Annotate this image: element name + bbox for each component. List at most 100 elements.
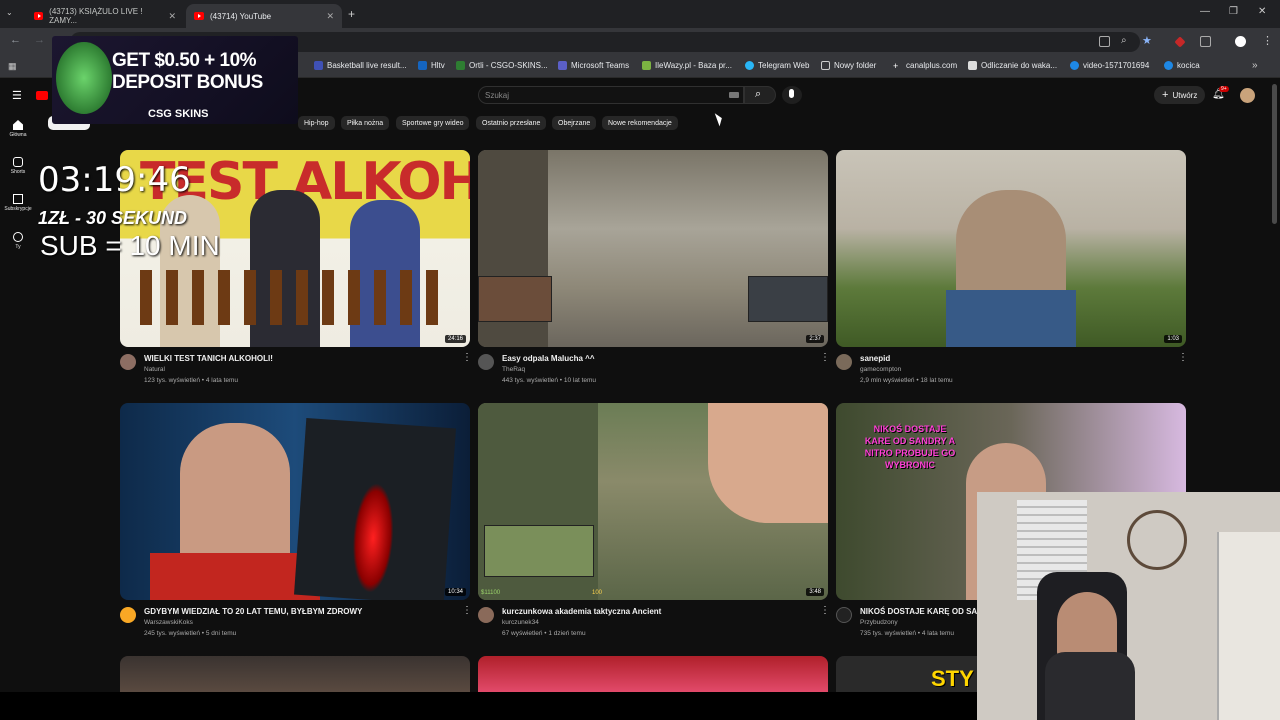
video-duration: 24:16 (444, 335, 466, 343)
voice-search-button[interactable] (782, 86, 802, 104)
chip-sports-games[interactable]: Sportowe gry wideo (396, 116, 470, 130)
video-thumbnail[interactable]: $11100 100 3:48 (478, 403, 828, 600)
sidebar-item-you[interactable]: Ty (2, 232, 34, 250)
bookmark-star-icon[interactable]: ★ (1142, 34, 1152, 47)
bookmark-item[interactable]: Telegram Web (745, 61, 809, 70)
bookmark-item[interactable]: + canalplus.com (893, 61, 958, 71)
search-input[interactable]: Szukaj (478, 86, 744, 104)
bookmark-item[interactable]: video-1571701694 (1070, 61, 1149, 70)
sidebar-item-subscriptions[interactable]: Subskrypcje (2, 194, 34, 212)
bookmark-item[interactable]: Odliczanie do waka... (968, 61, 1057, 70)
channel-avatar[interactable] (120, 607, 136, 623)
bookmark-label: Nowy folder (834, 61, 877, 70)
hud-money: $11100 (481, 590, 501, 596)
video-menu-icon[interactable]: ⋮ (820, 352, 830, 363)
channel-name[interactable]: Przybudzony (860, 619, 898, 626)
more-bookmarks-icon[interactable]: » (1252, 60, 1258, 71)
sidebar-label: Subskrypcje (4, 206, 32, 212)
create-button[interactable]: + Utwórz (1154, 86, 1206, 104)
stream-rate: 1ZŁ - 30 SEKUND (38, 208, 188, 228)
youtube-logo-icon[interactable] (36, 91, 48, 100)
bookmark-item[interactable]: Nowy folder (821, 61, 876, 70)
video-duration: 2:37 (806, 335, 824, 343)
install-icon[interactable] (1099, 36, 1110, 47)
sidebar-label: Ty (15, 244, 21, 250)
profile-icon[interactable] (1235, 36, 1246, 47)
chip-hip-hop[interactable]: Hip-hop (298, 116, 335, 130)
bookmark-label: Telegram Web (758, 61, 810, 70)
video-thumbnail[interactable]: STY (836, 656, 977, 692)
plus-icon: + (1162, 89, 1169, 101)
subscriptions-icon (13, 194, 23, 204)
tab-youtube[interactable]: (43714) YouTube ✕ (186, 4, 342, 28)
video-menu-icon[interactable]: ⋮ (462, 352, 472, 363)
video-menu-icon[interactable]: ⋮ (462, 605, 472, 616)
scrollbar-thumb[interactable] (1272, 84, 1277, 224)
video-thumbnail[interactable] (120, 656, 470, 692)
chip-new-recommendations[interactable]: Nowe rekomendacje (602, 116, 678, 130)
minimize-icon[interactable]: — (1200, 6, 1210, 17)
video-menu-icon[interactable]: ⋮ (1178, 352, 1188, 363)
forward-icon[interactable]: → (34, 34, 45, 46)
keyboard-icon[interactable] (729, 92, 739, 98)
video-title[interactable]: WIELKI TEST TANICH ALKOHOLI! (144, 354, 273, 363)
zoom-icon[interactable]: ⌕ (1121, 35, 1127, 46)
webcam-inset (478, 276, 552, 322)
chip-watched[interactable]: Obejrzane (552, 116, 597, 130)
video-thumbnail[interactable]: 1:03 (836, 150, 1186, 347)
channel-avatar[interactable] (478, 354, 494, 370)
bookmark-label: video-1571701694 (1083, 61, 1150, 70)
channel-name[interactable]: Natural (144, 366, 165, 373)
menu-kebab-icon[interactable]: ⋮ (1262, 34, 1273, 47)
bookmark-item[interactable]: Ortli - CSGO-SKINS... (456, 61, 548, 70)
tab-close-icon[interactable]: ✕ (326, 11, 334, 22)
channel-name[interactable]: TheRaq (502, 366, 525, 373)
sidebar-item-home[interactable]: Główna (2, 120, 34, 138)
bookmark-item[interactable]: Microsoft Teams (558, 61, 629, 70)
channel-name[interactable]: gamecompton (860, 366, 901, 373)
video-meta: 245 tys. wyświetleń • 5 dni temu (144, 630, 237, 637)
channel-avatar[interactable] (478, 607, 494, 623)
apps-grid-icon[interactable]: ▦ (8, 61, 17, 72)
search-icon: ⌕ (755, 88, 762, 100)
account-avatar[interactable] (1240, 88, 1255, 103)
video-thumbnail[interactable] (478, 656, 828, 692)
channel-name[interactable]: kurczunek34 (502, 619, 539, 626)
tab-search-icon[interactable]: ⌄ (6, 8, 13, 17)
channel-avatar[interactable] (836, 354, 852, 370)
channel-avatar[interactable] (836, 607, 852, 623)
restore-icon[interactable]: ❐ (1229, 6, 1238, 17)
video-title[interactable]: NIKOŚ DOSTAJE KARĘ OD SAND (860, 607, 989, 616)
video-menu-icon[interactable]: ⋮ (820, 605, 830, 616)
sidebar-item-shorts[interactable]: Shorts (2, 157, 34, 175)
extensions-puzzle-icon[interactable] (1200, 36, 1211, 47)
close-window-icon[interactable]: ✕ (1258, 6, 1266, 17)
channel-avatar[interactable] (120, 354, 136, 370)
bookmark-item[interactable]: kocica (1164, 61, 1200, 70)
chip-football[interactable]: Piłka nożna (341, 116, 390, 130)
video-title[interactable]: Easy odpala Malucha ^^ (502, 354, 594, 363)
video-title[interactable]: kurczunkowa akademia taktyczna Ancient (502, 607, 661, 616)
bookmark-label: canalplus.com (906, 61, 958, 70)
bookmark-label: IleWazy.pl - Baza pr... (655, 61, 732, 70)
video-title[interactable]: sanepid (860, 354, 890, 363)
video-meta: 2,9 mln wyświetleń • 18 lat temu (860, 377, 953, 384)
video-thumbnail[interactable]: 2:37 (478, 150, 828, 347)
bookmark-label: Hltv (431, 61, 445, 70)
channel-name[interactable]: WarszawskiKoks (144, 619, 193, 626)
chip-recently-uploaded[interactable]: Ostatnio przesłane (476, 116, 547, 130)
video-thumbnail[interactable]: 10:34 (120, 403, 470, 600)
new-tab-button[interactable]: + (348, 7, 355, 21)
video-title[interactable]: GDYBYM WIEDZIAŁ TO 20 LAT TEMU, BYŁBYM Z… (144, 607, 362, 616)
bookmark-item[interactable]: Basketball live result... (314, 61, 407, 70)
tab-close-icon[interactable]: ✕ (168, 11, 176, 22)
hamburger-menu-icon[interactable]: ☰ (12, 89, 22, 102)
search-button[interactable]: ⌕ (744, 86, 776, 104)
bookmark-label: Basketball live result... (327, 61, 407, 70)
bookmark-favicon-icon (456, 61, 465, 70)
bookmark-item[interactable]: IleWazy.pl - Baza pr... (642, 61, 732, 70)
bookmark-item[interactable]: Hltv (418, 61, 445, 70)
tab-livestream[interactable]: (43713) KSIĄŻULO LIVE ! ZAMY... ✕ (26, 4, 184, 28)
back-icon[interactable]: ← (10, 34, 21, 46)
hud-ammo: 100 (592, 590, 603, 596)
